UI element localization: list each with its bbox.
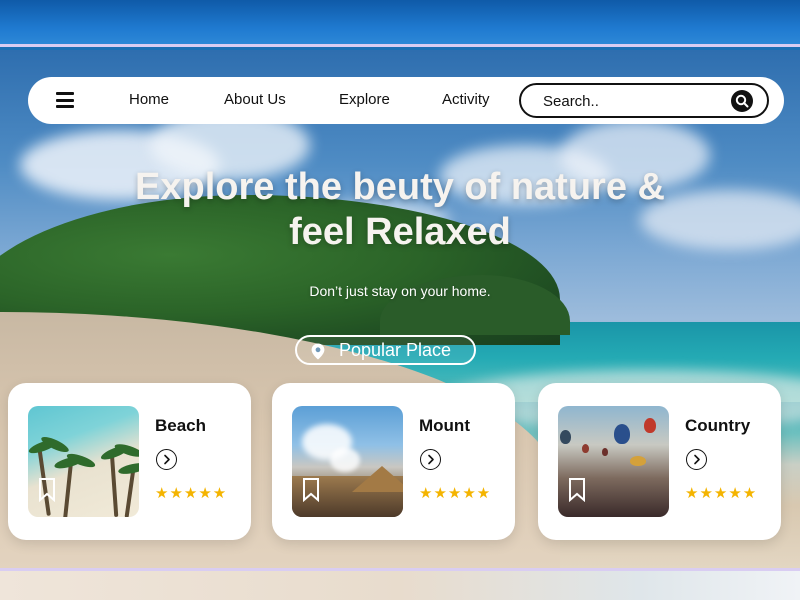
place-card-country[interactable]: Country ★★★★★ — [538, 383, 781, 540]
popular-place-button[interactable]: Popular Place — [295, 335, 476, 365]
nav-link-about-us[interactable]: About Us — [224, 91, 286, 108]
card-title: Beach — [155, 416, 207, 435]
bookmark-icon[interactable] — [302, 478, 320, 507]
hero-headline-line-2: feel Relaxed — [289, 211, 511, 253]
star-rating: ★★★★★ — [685, 485, 758, 502]
beach-image — [28, 406, 139, 517]
nav-link-activity[interactable]: Activity — [442, 91, 490, 108]
bookmark-icon[interactable] — [38, 478, 56, 507]
nav-link-home[interactable]: Home — [129, 91, 169, 108]
top-sky-band — [0, 0, 800, 47]
mountain-image — [292, 406, 403, 517]
card-title: Mount — [419, 416, 470, 435]
star-rating: ★★★★★ — [419, 485, 492, 502]
chevron-right-icon[interactable] — [686, 449, 707, 470]
search-icon[interactable] — [731, 90, 753, 112]
nav-link-explore[interactable]: Explore — [339, 91, 390, 108]
navbar: Home About Us Explore Activity — [28, 77, 784, 124]
bookmark-icon[interactable] — [568, 478, 586, 507]
hero-headline-line-1: Explore the beuty of nature & — [135, 166, 665, 208]
bottom-band — [0, 568, 800, 600]
search-box — [519, 83, 769, 118]
hero-subtitle: Don’t just stay on your home. — [309, 283, 491, 299]
place-card-beach[interactable]: Beach ★★★★★ — [8, 383, 251, 540]
chevron-right-icon[interactable] — [156, 449, 177, 470]
star-rating: ★★★★★ — [155, 485, 228, 502]
search-input[interactable] — [543, 91, 723, 111]
hamburger-menu-icon[interactable] — [56, 92, 74, 108]
chevron-right-icon[interactable] — [420, 449, 441, 470]
hero-headline: Explore the beuty of nature & feel Relax… — [60, 165, 740, 255]
location-pin-icon — [310, 343, 326, 365]
place-card-mount[interactable]: Mount ★★★★★ — [272, 383, 515, 540]
popular-place-label: Popular Place — [339, 340, 452, 360]
card-title: Country — [685, 416, 751, 435]
balloons-image — [558, 406, 669, 517]
